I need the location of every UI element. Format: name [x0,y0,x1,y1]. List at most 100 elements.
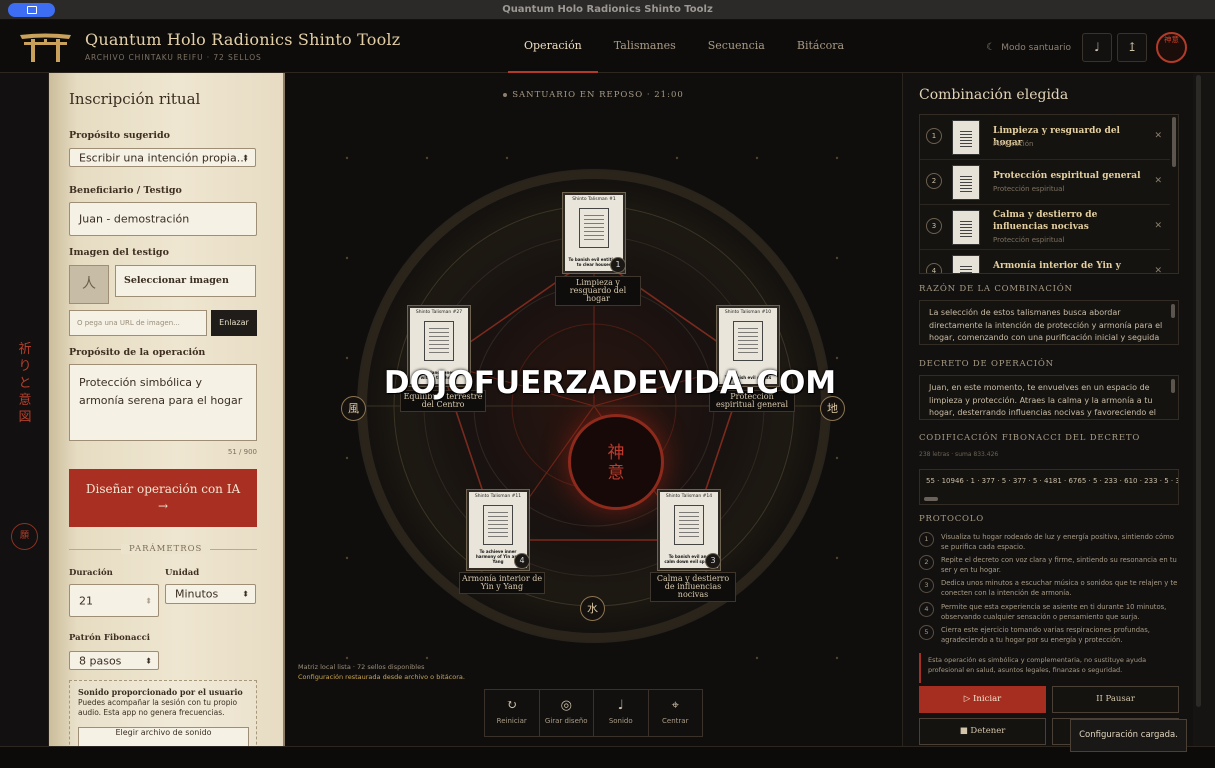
fib-select[interactable]: 8 pasos ⬍ [69,651,159,670]
app-window: Quantum Holo Radionics Shinto Toolz Quan… [0,0,1215,768]
combination-panel: Combinación elegida 1 Limpieza y resguar… [902,73,1205,746]
stop-button[interactable]: ■ Detener [919,718,1046,745]
image-url-input[interactable]: O pega una URL de imagen... [69,310,207,336]
reason-textarea[interactable]: La selección de estos talismanes busca a… [919,300,1179,345]
duration-input[interactable]: 21 ⬍ [69,584,159,617]
unit-select[interactable]: Minutos ⬍ [165,584,256,604]
card-title: Shinto Talisman #11 [474,494,522,499]
arrow-right-icon: → [157,499,169,513]
sound-title: Sonido proporcionado por el usuario [78,687,243,697]
status-dot-icon [503,92,508,97]
element-wind-icon[interactable]: 風 [341,396,366,421]
list-item[interactable]: 3 Calma y destierro de influencias nociv… [920,205,1170,250]
talisman-thumb-icon [952,210,980,245]
tab-bitacora[interactable]: Bitácora [781,20,860,73]
tab-talismanes[interactable]: Talismanes [598,20,692,73]
horizontal-scrollbar[interactable] [924,497,938,501]
mandala-canvas[interactable]: 神 意 風 地 水 Shinto Talisman #1 To banish e… [307,128,879,688]
unit-label: Unidad [165,568,200,578]
ritual-panel: Inscripción ritual Propósito sugerido Es… [49,73,285,746]
reason-label: RAZÓN DE LA COMBINACIÓN [919,284,1073,294]
talisman-thumb-icon [952,165,980,200]
item-name: Armonía interior de Yin y Yang [993,261,1121,271]
sanctuary-mode-toggle[interactable]: Modo santuario [1001,43,1071,53]
talisman-glyph-icon [483,505,513,545]
card-title: Shinto Talisman #1 [572,197,616,202]
watermark-text: DOJOFUERZADEVIDA.COM [383,365,837,401]
wish-circle-icon[interactable]: 願 [11,523,38,550]
rotate-icon: ◎ [560,698,572,713]
step-text: Dedica unos minutos a escuchar música o … [941,579,1178,597]
item-number: 3 [926,218,942,234]
beneficiary-input[interactable]: Juan - demostración [69,202,257,236]
fib-code: 55 · 10946 · 1 · 377 · 5 · 377 · 5 · 418… [926,477,1178,485]
seal-button[interactable]: 神意 [1156,32,1187,63]
card-label: Calma y destierro de influencias nocivas [650,572,736,602]
fib-code-box[interactable]: 55 · 10946 · 1 · 377 · 5 · 377 · 5 · 418… [919,469,1179,505]
tool-label: Sonido [608,717,633,725]
fib-code-label: CODIFICACIÓN FIBONACCI DEL DECRETO [919,433,1141,443]
decree-text: Juan, en este momento, te envuelves en u… [929,383,1156,417]
moon-icon[interactable]: ☾ [986,42,995,53]
disclaimer: Esta operación es simbólica y complement… [919,653,1177,683]
element-water-icon[interactable]: 水 [580,596,605,621]
design-ai-button[interactable]: Diseñar operación con IA → [69,469,257,527]
scrollbar[interactable] [1171,304,1175,318]
remove-icon[interactable]: ✕ [1154,221,1162,231]
card-title: Shinto Talisman #14 [665,494,713,499]
link-button[interactable]: Enlazar [211,310,257,336]
tab-operacion[interactable]: Operación [508,20,598,73]
upload-button[interactable]: ↥ [1117,33,1147,62]
main-nav: Operación Talismanes Secuencia Bitácora [508,20,860,73]
reset-button[interactable]: ↻ Reiniciar [485,690,540,736]
list-item[interactable]: 1 Limpieza y resguardo del hogar Purific… [920,115,1170,160]
purpose-select-value: Escribir una intención propia... [79,151,248,164]
choose-sound-button[interactable]: Elegir archivo de sonido [78,727,249,746]
list-item[interactable]: 4 Armonía interior de Yin y Yang ✕ [920,250,1170,273]
pause-button[interactable]: II Pausar [1052,686,1179,713]
rotate-design-button[interactable]: ◎ Girar diseño [540,690,594,736]
card-title: Shinto Talisman #27 [415,310,463,315]
tab-secuencia[interactable]: Secuencia [692,20,781,73]
design-ai-label: Diseñar operación con IA [85,482,241,496]
card-title: Shinto Talisman #10 [724,310,772,315]
step-number: 3 [919,578,934,593]
remove-icon[interactable]: ✕ [1154,131,1162,141]
step-number: 4 [919,602,934,617]
music-note-icon: ♩ [617,698,624,713]
step-text: Visualiza tu hogar rodeado de luz y ener… [941,533,1174,551]
start-button[interactable]: ▷ Iniciar [919,686,1046,713]
remove-icon[interactable]: ✕ [1154,176,1162,186]
decree-textarea[interactable]: Juan, en este momento, te envuelves en u… [919,375,1179,420]
window-title: Quantum Holo Radionics Shinto Toolz [502,4,713,15]
tool-label: Reiniciar [496,717,527,725]
list-item[interactable]: 2 Protección espiritual general Protecci… [920,160,1170,205]
stepper-icon[interactable]: ⬍ [145,596,152,605]
window-scrollbar[interactable] [1193,73,1215,746]
operation-textarea[interactable]: Protección simbólica y armonía serena pa… [69,364,257,441]
app-subtitle: ARCHIVO CHINTAKU REIFU · 72 SELLOS [85,53,262,62]
step-text: Permite que esta experiencia se asiente … [941,603,1167,621]
scrollbar[interactable] [1171,379,1175,393]
status-text: SANTUARIO EN REPOSO · 21:00 [512,90,684,100]
select-image-button[interactable]: Seleccionar imagen [115,265,256,297]
scroll-thumb[interactable] [1196,75,1201,707]
list-scrollbar[interactable] [1172,117,1176,167]
step-text: Cierra este ejercicio tomando varias res… [941,626,1150,644]
card-number: 4 [514,553,530,569]
card-number: 3 [705,553,721,569]
purpose-select[interactable]: Escribir una intención propia... ⬍ [69,148,256,167]
sound-box: Sonido proporcionado por el usuario Pued… [69,680,257,746]
bottom-bar [0,746,1215,768]
item-number: 2 [926,173,942,189]
sound-button[interactable]: ♩ Sonido [594,690,649,736]
canvas-area: SANTUARIO EN REPOSO · 21:00 神 意 風 地 水 Sh… [285,73,902,746]
item-category: Protección espiritual [993,236,1065,244]
chevron-updown-icon: ⬍ [242,589,249,599]
center-button[interactable]: ⌖ Centrar [649,690,703,736]
card-label: Limpieza y resguardo del hogar [555,276,641,306]
config-status: Configuración restaurada desde archivo o… [298,673,465,681]
sanctuary-status: SANTUARIO EN REPOSO · 21:00 [285,90,902,100]
remove-icon[interactable]: ✕ [1154,266,1162,273]
music-button[interactable]: ♩ [1082,33,1112,62]
